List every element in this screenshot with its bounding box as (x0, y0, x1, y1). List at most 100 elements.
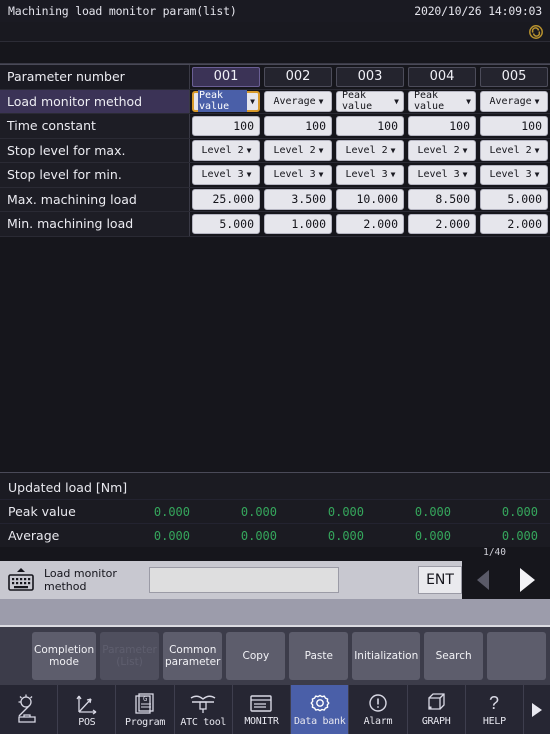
cell-min-machining-load-2[interactable]: 1.000 (262, 212, 334, 236)
alert-icon (369, 693, 387, 712)
stop-level-min-dropdown[interactable]: Level 3 ▼ (480, 164, 548, 185)
nav-item-help[interactable]: ? HELP (466, 685, 524, 734)
cell-min-machining-load-4[interactable]: 2.000 (406, 212, 478, 236)
load-monitor-method-dropdown[interactable]: Average ▼ (264, 91, 332, 112)
time-constant-input[interactable]: 100 (480, 115, 548, 136)
cell-min-machining-load-3[interactable]: 2.000 (334, 212, 406, 236)
empty-function-button[interactable] (487, 632, 546, 680)
cell-max-machining-load-2[interactable]: 3.500 (262, 187, 334, 211)
nav-item-graph[interactable]: GRAPH (408, 685, 466, 734)
param-number-chip[interactable]: 002 (264, 66, 332, 87)
cell-max-machining-load-5[interactable]: 5.000 (478, 187, 550, 211)
stop-level-min-dropdown[interactable]: Level 3 ▼ (264, 164, 332, 185)
cell-min-machining-load-5[interactable]: 2.000 (478, 212, 550, 236)
cell-stop-level-max-3[interactable]: Level 2 ▼ (334, 138, 406, 162)
max-machining-load-input[interactable]: 3.500 (264, 189, 332, 210)
load-monitor-method-dropdown[interactable]: Peak value ▼ (192, 90, 260, 113)
min-machining-load-input[interactable]: 1.000 (264, 213, 332, 234)
time-constant-input[interactable]: 100 (408, 115, 476, 136)
common-parameter-button[interactable]: Common parameter (163, 632, 223, 680)
param-number-chip[interactable]: 003 (336, 66, 404, 87)
enter-button[interactable]: ENT (418, 566, 462, 594)
nav-label: Program (125, 716, 166, 728)
arrow-left-icon[interactable] (477, 570, 490, 590)
cell-time-constant-4[interactable]: 100 (406, 114, 478, 138)
stop-level-min-dropdown[interactable]: Level 3 ▼ (192, 164, 260, 185)
cell-load-monitor-method-3[interactable]: Peak value ▼ (334, 89, 406, 113)
cell-max-machining-load-1[interactable]: 25.000 (190, 187, 262, 211)
min-machining-load-input[interactable]: 5.000 (192, 213, 260, 234)
cell-parameter-number-1[interactable]: 001 (190, 65, 262, 89)
copy-button[interactable]: Copy (226, 632, 286, 680)
keyboard-icon[interactable] (6, 567, 36, 593)
nav-item-program[interactable]: G Program (116, 685, 175, 734)
cell-max-machining-load-3[interactable]: 10.000 (334, 187, 406, 211)
nav-item-pos[interactable]: POS (58, 685, 117, 734)
parameter-list-button: Parameter (List) (100, 632, 160, 680)
min-machining-load-input[interactable]: 2.000 (408, 213, 476, 234)
sub-header-bar (0, 22, 550, 42)
stop-level-min-dropdown[interactable]: Level 3 ▼ (336, 164, 404, 185)
param-number-chip[interactable]: 004 (408, 66, 476, 87)
cell-stop-level-min-4[interactable]: Level 3 ▼ (406, 163, 478, 187)
nav-item-monitr[interactable]: MONITR (233, 685, 292, 734)
time-constant-input[interactable]: 100 (264, 115, 332, 136)
min-machining-load-input[interactable]: 2.000 (480, 213, 548, 234)
chevron-down-icon: ▼ (534, 170, 540, 180)
dropdown-value: Peak value (414, 90, 445, 113)
stop-level-max-dropdown[interactable]: Level 2 ▼ (336, 140, 404, 161)
cell-load-monitor-method-1[interactable]: Peak value ▼ (190, 89, 262, 113)
cell-stop-level-max-5[interactable]: Level 2 ▼ (478, 138, 550, 162)
cell-min-machining-load-1[interactable]: 5.000 (190, 212, 262, 236)
nav-more-button[interactable] (524, 685, 550, 734)
cell-stop-level-max-2[interactable]: Level 2 ▼ (262, 138, 334, 162)
param-number-chip[interactable]: 005 (480, 66, 548, 87)
max-machining-load-input[interactable]: 10.000 (336, 189, 404, 210)
initialization-button[interactable]: Initialization (352, 632, 421, 680)
search-button[interactable]: Search (424, 632, 484, 680)
max-machining-load-input[interactable]: 5.000 (480, 189, 548, 210)
stop-level-max-dropdown[interactable]: Level 2 ▼ (480, 140, 548, 161)
cell-max-machining-load-4[interactable]: 8.500 (406, 187, 478, 211)
nav-item-lamp-tool[interactable] (0, 685, 59, 734)
stop-level-min-dropdown[interactable]: Level 3 ▼ (408, 164, 476, 185)
min-machining-load-input[interactable]: 2.000 (336, 213, 404, 234)
completion-mode-button[interactable]: Completion mode (32, 632, 97, 680)
stop-level-max-dropdown[interactable]: Level 2 ▼ (192, 140, 260, 161)
nav-item-alarm[interactable]: Alarm (349, 685, 408, 734)
cell-time-constant-2[interactable]: 100 (262, 114, 334, 138)
cell-stop-level-min-3[interactable]: Level 3 ▼ (334, 163, 406, 187)
cell-parameter-number-5[interactable]: 005 (478, 65, 550, 89)
updated-load-value: 0.000 (327, 528, 364, 543)
param-number-chip[interactable]: 001 (192, 66, 260, 87)
cell-stop-level-min-2[interactable]: Level 3 ▼ (262, 163, 334, 187)
time-constant-input[interactable]: 100 (336, 115, 404, 136)
time-constant-input[interactable]: 100 (192, 115, 260, 136)
max-machining-load-input[interactable]: 25.000 (192, 189, 260, 210)
max-machining-load-input[interactable]: 8.500 (408, 189, 476, 210)
load-monitor-method-dropdown[interactable]: Peak value ▼ (408, 90, 476, 113)
cell-load-monitor-method-5[interactable]: Average ▼ (478, 89, 550, 113)
arrow-right-icon[interactable] (519, 568, 535, 592)
stop-level-max-dropdown[interactable]: Level 2 ▼ (264, 140, 332, 161)
cell-time-constant-1[interactable]: 100 (190, 114, 262, 138)
cell-load-monitor-method-4[interactable]: Peak value ▼ (406, 89, 478, 113)
cell-stop-level-max-4[interactable]: Level 2 ▼ (406, 138, 478, 162)
cell-parameter-number-2[interactable]: 002 (262, 65, 334, 89)
paste-button[interactable]: Paste (289, 632, 349, 680)
nav-item-data-bank[interactable]: Data bank (291, 685, 350, 734)
cell-parameter-number-3[interactable]: 003 (334, 65, 406, 89)
value-input[interactable] (149, 567, 339, 593)
cell-stop-level-min-1[interactable]: Level 3 ▼ (190, 163, 262, 187)
nav-item-atc-tool[interactable]: ATC tool (175, 685, 233, 734)
updated-load-label-peak: Peak value (8, 504, 76, 519)
cell-time-constant-5[interactable]: 100 (478, 114, 550, 138)
stop-level-max-dropdown[interactable]: Level 2 ▼ (408, 140, 476, 161)
cell-stop-level-min-5[interactable]: Level 3 ▼ (478, 163, 550, 187)
load-monitor-method-dropdown[interactable]: Peak value ▼ (336, 90, 404, 112)
cell-load-monitor-method-2[interactable]: Average ▼ (262, 89, 334, 113)
cell-parameter-number-4[interactable]: 004 (406, 65, 478, 89)
cell-time-constant-3[interactable]: 100 (334, 114, 406, 138)
cell-stop-level-max-1[interactable]: Level 2 ▼ (190, 138, 262, 162)
load-monitor-method-dropdown[interactable]: Average ▼ (480, 91, 548, 112)
